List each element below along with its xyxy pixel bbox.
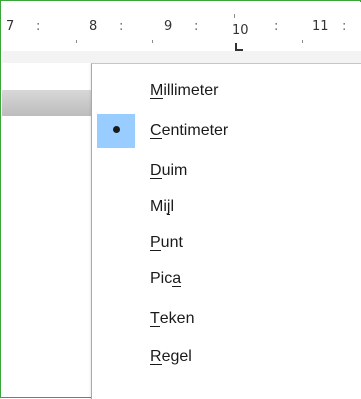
ruler-dots: : bbox=[119, 19, 124, 34]
menu-item-label: Teken bbox=[150, 310, 195, 327]
ruler-dots: : bbox=[342, 19, 347, 34]
ruler-tick bbox=[302, 40, 303, 43]
ruler-label-10: 10 bbox=[232, 23, 249, 38]
menu-item-label: Pica bbox=[150, 270, 182, 287]
ruler-label-7: 7 bbox=[6, 19, 15, 34]
ruler-label-11: 11 bbox=[312, 19, 329, 34]
menu-item-regel[interactable]: Regel bbox=[92, 340, 361, 374]
tab-stop-marker[interactable] bbox=[235, 43, 243, 51]
document-page-edge bbox=[2, 90, 92, 116]
menu-item-punt[interactable]: Punt bbox=[92, 226, 361, 260]
menu-item-centimeter[interactable]: Centimeter bbox=[92, 114, 361, 148]
ruler-dots: : bbox=[274, 19, 279, 34]
menu-item-millimeter[interactable]: Millimeter bbox=[92, 74, 361, 108]
menu-item-teken[interactable]: Teken bbox=[92, 302, 361, 336]
unit-context-menu: Millimeter Centimeter Duim Mijl Punt Pic… bbox=[91, 63, 361, 399]
menu-item-label: Punt bbox=[150, 234, 183, 251]
menu-item-label: Millimeter bbox=[150, 82, 219, 99]
ruler-tick bbox=[152, 40, 153, 43]
ruler-dots: : bbox=[36, 19, 41, 34]
menu-item-label: Mijl bbox=[150, 198, 175, 215]
menu-item-mijl[interactable]: Mijl bbox=[92, 190, 361, 224]
ruler-label-9: 9 bbox=[164, 19, 173, 34]
ruler-baseline bbox=[2, 51, 361, 63]
app-window: 7 : 8 : 9 : 10 : 11 : Millimeter Centime… bbox=[0, 0, 361, 399]
ruler-tick bbox=[76, 40, 77, 43]
ruler-dots: : bbox=[194, 19, 199, 34]
menu-item-pica[interactable]: Pica bbox=[92, 262, 361, 296]
ruler-tick bbox=[234, 14, 235, 18]
horizontal-ruler[interactable]: 7 : 8 : 9 : 10 : 11 : bbox=[2, 2, 361, 52]
radio-bullet-icon bbox=[113, 126, 120, 133]
menu-item-label: Duim bbox=[150, 162, 188, 179]
menu-item-label: Centimeter bbox=[150, 122, 229, 139]
menu-item-duim[interactable]: Duim bbox=[92, 154, 361, 188]
selected-indicator bbox=[97, 114, 135, 148]
menu-item-label: Regel bbox=[150, 348, 192, 365]
ruler-label-8: 8 bbox=[89, 19, 98, 34]
